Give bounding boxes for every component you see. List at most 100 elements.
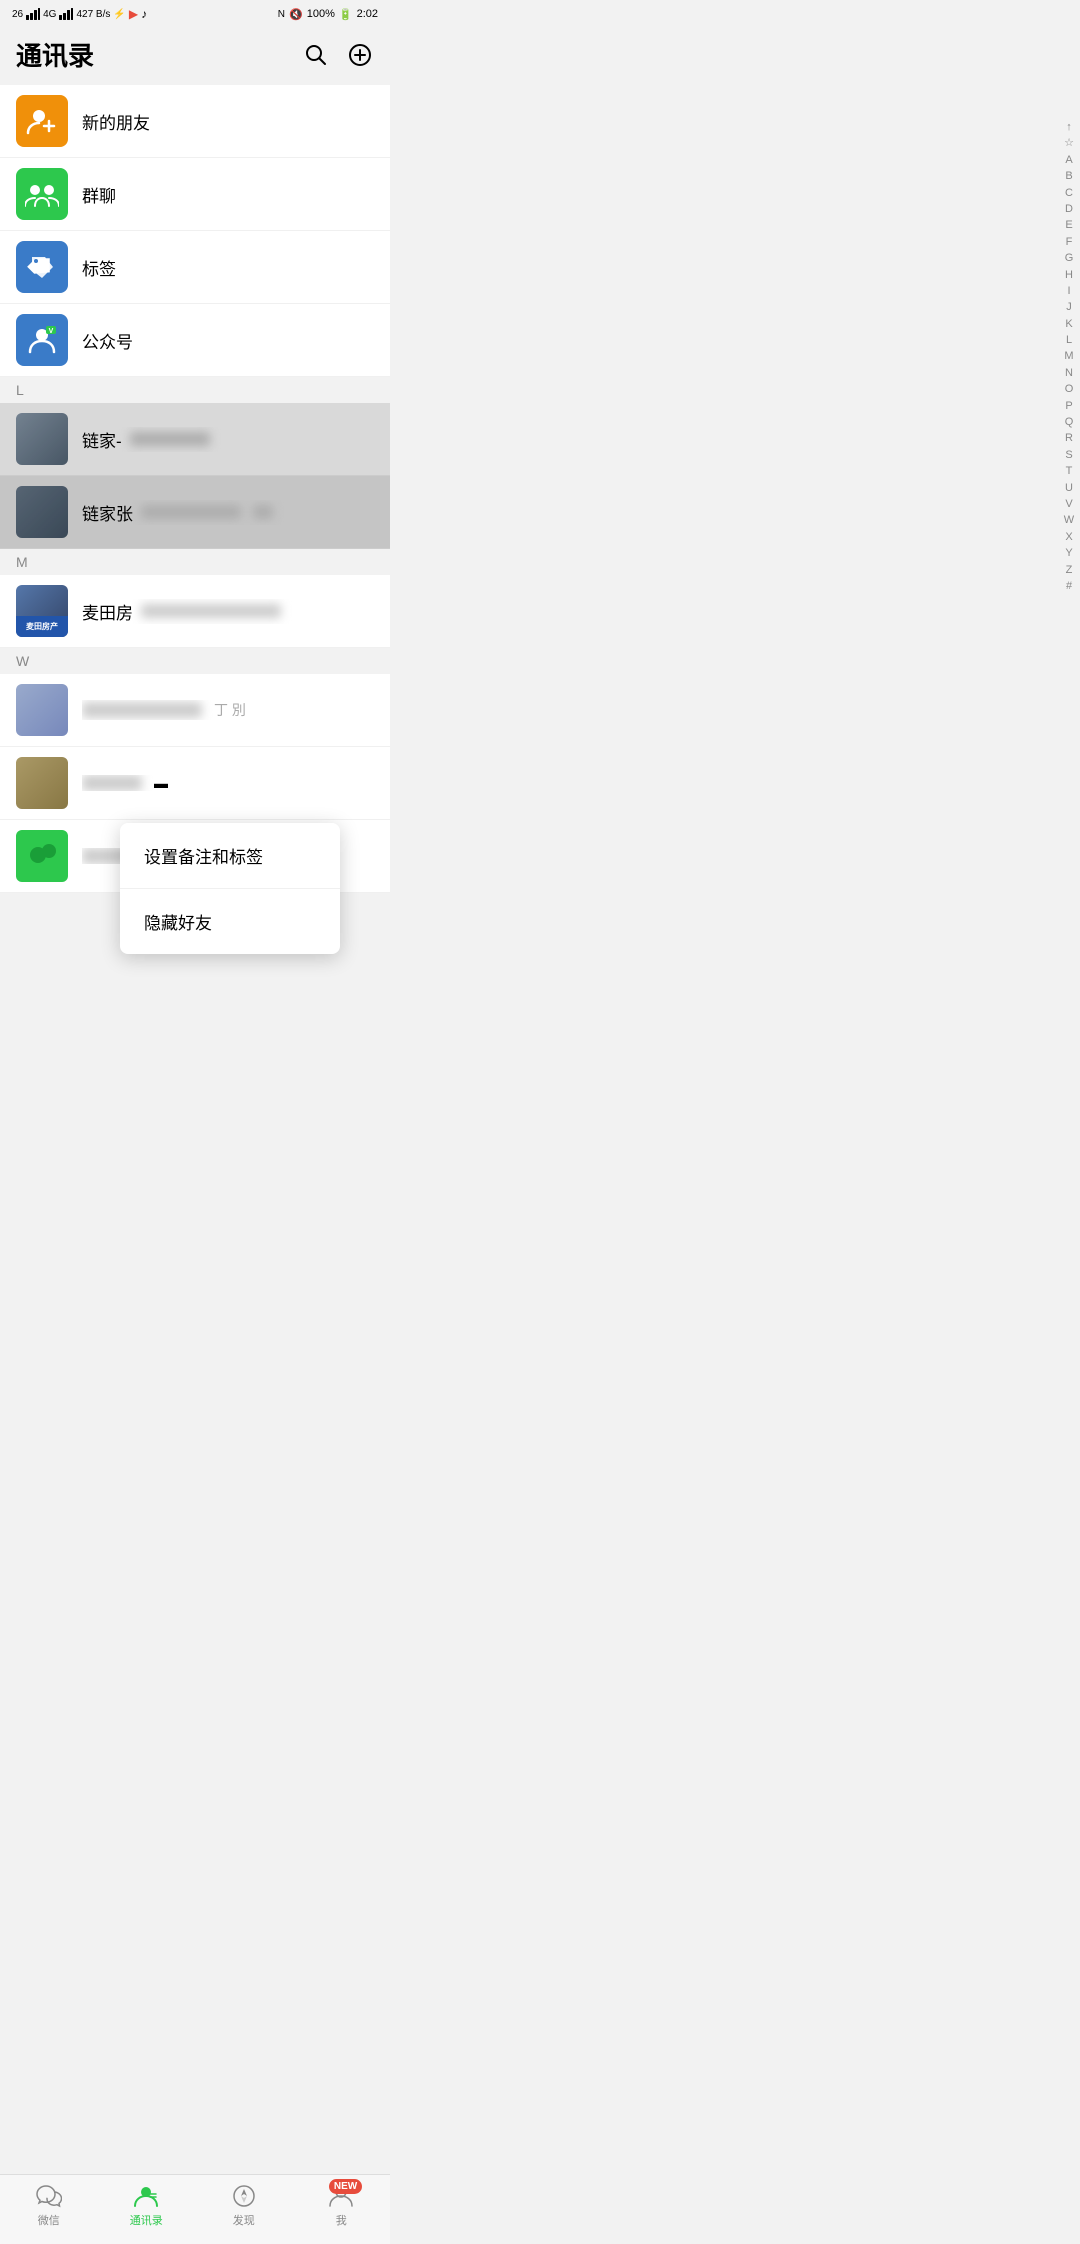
alpha-h[interactable]: H bbox=[1060, 268, 1078, 283]
alpha-u[interactable]: U bbox=[1060, 481, 1078, 496]
alpha-s[interactable]: S bbox=[1060, 448, 1078, 463]
alpha-p[interactable]: P bbox=[1060, 399, 1078, 414]
alpha-i[interactable]: I bbox=[1060, 284, 1078, 299]
special-items-list: 新的朋友 群聊 bbox=[0, 85, 390, 377]
page-content: 新的朋友 群聊 bbox=[0, 85, 390, 963]
signal-icon bbox=[26, 8, 40, 20]
status-bar: 26 4G 427 B/s ⚡ ▶ ♪ N 🔇 100% 🔋 2:02 bbox=[0, 0, 390, 28]
contact-info-maitian: 麦田房 bbox=[82, 599, 374, 624]
contact-name-blurred-w2 bbox=[82, 775, 142, 791]
tags-label: 标签 bbox=[82, 255, 116, 280]
contact-w2[interactable]: ▬ bbox=[0, 747, 390, 820]
section-m-header: M bbox=[0, 549, 390, 575]
alpha-k[interactable]: K bbox=[1060, 317, 1078, 332]
alpha-j[interactable]: J bbox=[1060, 300, 1078, 315]
contact-avatar-maitian: 麦田房产 bbox=[16, 585, 68, 637]
alphabet-index: ↑ ☆ A B C D E F G H I J K L M N O P Q R … bbox=[1060, 120, 1078, 594]
alpha-z[interactable]: Z bbox=[1060, 563, 1078, 578]
nav-wechat-icon bbox=[36, 2183, 62, 2209]
alpha-d[interactable]: D bbox=[1060, 202, 1078, 217]
alpha-y[interactable]: Y bbox=[1060, 546, 1078, 561]
nav-contacts-label: 通讯录 bbox=[130, 2212, 163, 2228]
contact-avatar-w1 bbox=[16, 684, 68, 736]
alpha-up[interactable]: ↑ bbox=[1060, 120, 1078, 135]
status-right: N 🔇 100% 🔋 2:02 bbox=[278, 8, 378, 21]
official-item[interactable]: V 公众号 bbox=[0, 304, 390, 377]
svg-text:V: V bbox=[49, 328, 54, 335]
alpha-t[interactable]: T bbox=[1060, 464, 1078, 479]
context-menu-overlay[interactable] bbox=[0, 403, 390, 549]
add-icon bbox=[348, 43, 372, 67]
nav-contacts[interactable]: 通讯录 bbox=[98, 2183, 196, 2228]
alpha-g[interactable]: G bbox=[1060, 251, 1078, 266]
alpha-x[interactable]: X bbox=[1060, 530, 1078, 545]
group-chat-label: 群聊 bbox=[82, 182, 116, 207]
tags-item[interactable]: 标签 bbox=[0, 231, 390, 304]
alpha-o[interactable]: O bbox=[1060, 382, 1078, 397]
app-icon1: ▶ bbox=[129, 7, 138, 21]
new-friends-icon bbox=[16, 95, 68, 147]
time: 2:02 bbox=[357, 8, 378, 20]
network-speed: 427 B/s bbox=[76, 9, 110, 20]
app-icon2: ♪ bbox=[141, 7, 147, 21]
usb-icon: ⚡ bbox=[113, 9, 125, 20]
hide-friend-item[interactable]: 隐藏好友 bbox=[120, 889, 340, 954]
tags-icon bbox=[16, 241, 68, 293]
official-label: 公众号 bbox=[82, 328, 133, 353]
alpha-c[interactable]: C bbox=[1060, 186, 1078, 201]
contacts-icon bbox=[133, 2184, 159, 2208]
contacts-section: 链家- 链家张 设置备注和标签 隐藏好友 bbox=[0, 403, 390, 549]
nav-me-icon-wrapper: NEW bbox=[328, 2183, 354, 2209]
maitian-logo-text: 麦田房产 bbox=[26, 621, 58, 632]
nav-wechat[interactable]: 微信 bbox=[0, 2183, 98, 2228]
contact-name-label-w2: ▬ bbox=[154, 775, 168, 791]
nav-discover-label: 发现 bbox=[233, 2212, 255, 2228]
official-icon: V bbox=[16, 314, 68, 366]
alpha-q[interactable]: Q bbox=[1060, 415, 1078, 430]
alpha-n[interactable]: N bbox=[1060, 366, 1078, 381]
page-title: 通讯录 bbox=[16, 36, 94, 73]
alpha-r[interactable]: R bbox=[1060, 431, 1078, 446]
alpha-b[interactable]: B bbox=[1060, 169, 1078, 184]
alpha-a[interactable]: A bbox=[1060, 153, 1078, 168]
alpha-hash[interactable]: # bbox=[1060, 579, 1078, 594]
alpha-m[interactable]: M bbox=[1060, 349, 1078, 364]
alpha-star[interactable]: ☆ bbox=[1060, 136, 1078, 151]
alpha-v[interactable]: V bbox=[1060, 497, 1078, 512]
signal-icon2 bbox=[59, 8, 73, 20]
new-friends-item[interactable]: 新的朋友 bbox=[0, 85, 390, 158]
wechat-icon bbox=[27, 841, 57, 871]
section-w-header: W bbox=[0, 648, 390, 674]
chat-bubble-icon bbox=[36, 2184, 62, 2208]
contact-name-blurred-w1 bbox=[82, 702, 202, 718]
search-icon bbox=[304, 43, 328, 67]
contact-name-blurred-maitian bbox=[141, 604, 281, 618]
contact-name-suffix-w1: 丁 別 bbox=[214, 700, 246, 720]
alpha-w[interactable]: W bbox=[1060, 513, 1078, 528]
header: 通讯录 bbox=[0, 28, 390, 85]
contact-w1[interactable]: 丁 別 bbox=[0, 674, 390, 747]
nav-me[interactable]: NEW 我 bbox=[293, 2183, 391, 2228]
set-remark-item[interactable]: 设置备注和标签 bbox=[120, 823, 340, 889]
nav-me-label: 我 bbox=[336, 2212, 347, 2228]
nfc-icon: N bbox=[278, 9, 285, 20]
add-button[interactable] bbox=[346, 41, 374, 69]
contact-avatar-w3 bbox=[16, 830, 68, 882]
contact-info-w1: 丁 別 bbox=[82, 700, 374, 720]
battery-icon: 🔋 bbox=[339, 8, 353, 21]
status-left: 26 4G 427 B/s ⚡ ▶ ♪ bbox=[12, 7, 147, 21]
search-button[interactable] bbox=[302, 41, 330, 69]
alpha-f[interactable]: F bbox=[1060, 235, 1078, 250]
alpha-l[interactable]: L bbox=[1060, 333, 1078, 348]
group-chat-icon bbox=[16, 168, 68, 220]
nav-discover[interactable]: 发现 bbox=[195, 2183, 293, 2228]
contact-maitian[interactable]: 麦田房产 麦田房 bbox=[0, 575, 390, 648]
contact-avatar-w2 bbox=[16, 757, 68, 809]
new-badge: NEW bbox=[329, 2179, 362, 2194]
nav-contacts-icon bbox=[133, 2183, 159, 2209]
context-menu: 设置备注和标签 隐藏好友 bbox=[120, 823, 340, 954]
group-chat-item[interactable]: 群聊 bbox=[0, 158, 390, 231]
person-badge-icon: V bbox=[26, 324, 58, 356]
alpha-e[interactable]: E bbox=[1060, 218, 1078, 233]
header-icons bbox=[302, 41, 374, 69]
